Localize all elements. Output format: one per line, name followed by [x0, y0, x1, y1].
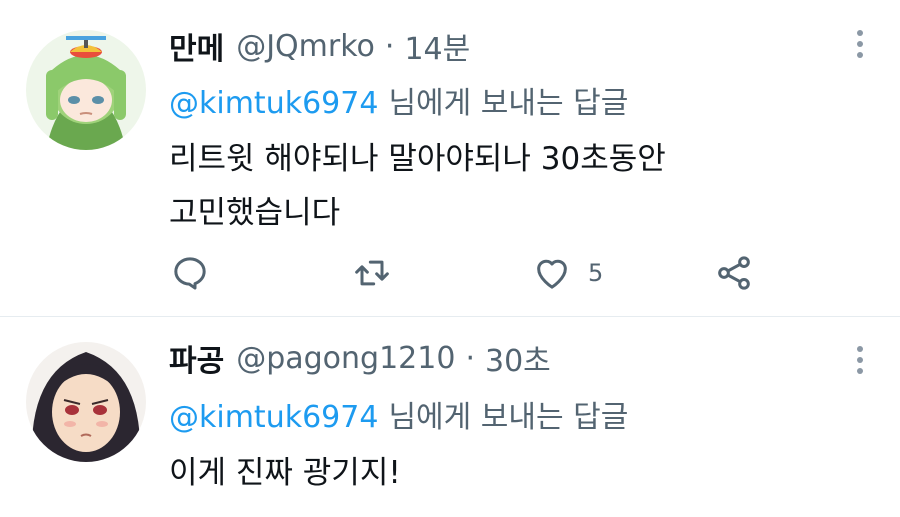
tweet-text-line: 리트윗 해야되나 말아야되나 30초동안 [169, 141, 666, 177]
tweet-1[interactable]: 만메 @JQmrko · 14분 @kimtuk6974 님에게 보내는 답글 리… [0, 0, 900, 317]
more-icon[interactable] [856, 30, 864, 58]
like-button[interactable]: 5 [532, 250, 603, 296]
tweet-text-line: 이게 진짜 광기지! [169, 455, 401, 491]
retweet-icon [355, 260, 389, 286]
avatar-image-dark-hair-character [26, 342, 146, 462]
mention-link[interactable]: @kimtuk6974 [169, 86, 378, 121]
reply-button[interactable] [170, 250, 210, 296]
display-name[interactable]: 파공 [169, 336, 224, 380]
handle[interactable]: @pagong1210 [236, 341, 455, 376]
share-icon [718, 256, 750, 290]
display-name[interactable]: 만메 [169, 24, 224, 68]
tweet-text: 리트윗 해야되나 말아야되나 30초동안 고민했습니다 [169, 132, 666, 240]
like-count: 5 [588, 259, 604, 287]
more-icon[interactable] [856, 346, 864, 374]
like-icon [537, 259, 567, 289]
timestamp[interactable]: 14분 [404, 24, 470, 68]
reply-context-label: 님에게 보내는 답글 [388, 400, 629, 435]
tweet-header: 만메 @JQmrko · 14분 [169, 24, 470, 68]
avatar[interactable] [26, 30, 146, 150]
avatar[interactable] [26, 342, 146, 462]
reply-context: @kimtuk6974 님에게 보내는 답글 [169, 78, 628, 122]
action-bar: 5 [0, 250, 900, 300]
timestamp[interactable]: 30초 [485, 336, 551, 380]
tweet-text-line: 고민했습니다 [169, 195, 341, 231]
tweet-2[interactable]: 파공 @pagong1210 · 30초 @kimtuk6974 님에게 보내는 … [0, 317, 900, 516]
avatar-image-green-hair-character [26, 30, 146, 150]
reply-context: @kimtuk6974 님에게 보내는 답글 [169, 392, 628, 436]
reply-context-label: 님에게 보내는 답글 [388, 86, 629, 121]
mention-link[interactable]: @kimtuk6974 [169, 400, 378, 435]
share-button[interactable] [714, 250, 754, 296]
tweet-text: 이게 진짜 광기지! [169, 446, 401, 500]
tweet-header: 파공 @pagong1210 · 30초 [169, 336, 551, 380]
handle[interactable]: @JQmrko [236, 29, 375, 64]
retweet-button[interactable] [352, 250, 392, 296]
separator-dot: · [384, 28, 395, 64]
reply-icon [174, 257, 206, 290]
separator-dot: · [465, 340, 475, 376]
